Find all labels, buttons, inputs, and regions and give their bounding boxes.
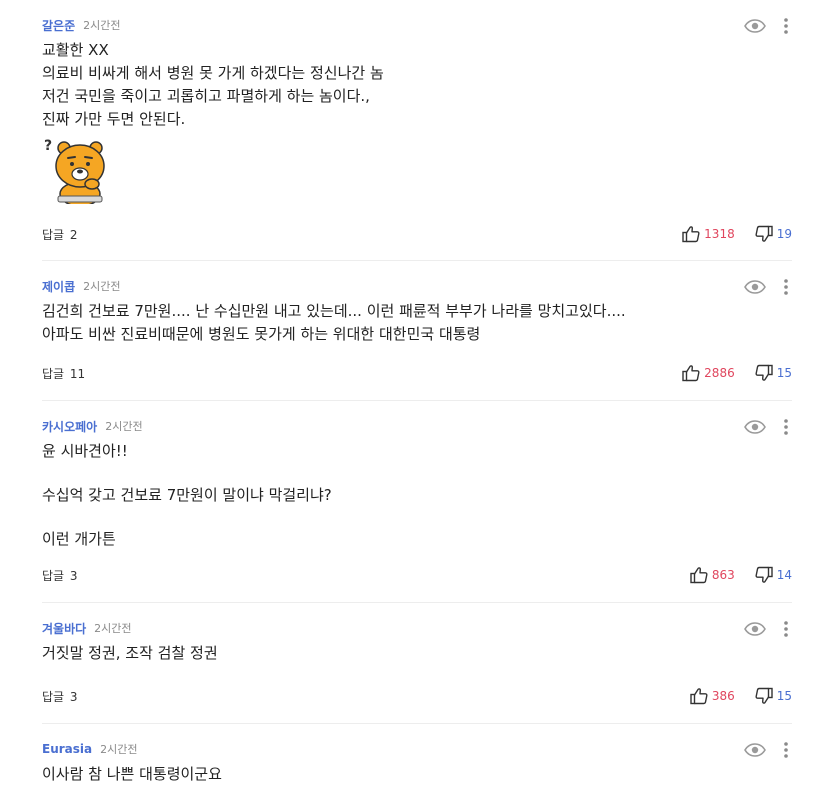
comment-actions [744, 15, 792, 37]
like-button[interactable]: 1318 [682, 225, 735, 243]
comment-time: 2시간전 [83, 19, 121, 32]
comment-meta: 카시오페아 2시간전 [42, 417, 143, 435]
comment-text: 이사람 참 나쁜 대통령이군요 [42, 765, 222, 783]
dislike-count: 15 [776, 689, 792, 703]
svg-text:?: ? [44, 138, 52, 154]
comment-time: 2시간전 [94, 622, 132, 635]
reply-button[interactable]: 답글 2 [42, 226, 78, 243]
reply-label: 답글 [42, 227, 65, 242]
vote-group: 2886 15 [682, 362, 792, 384]
thumbs-down-icon [755, 687, 773, 704]
comment-actions [744, 416, 792, 438]
reply-label: 답글 [42, 689, 65, 704]
comment-text: 김건희 건보료 7만원.... 난 수십만원 내고 있는데... 이런 패륜적 … [42, 302, 626, 343]
like-count: 2886 [704, 366, 735, 380]
comment-footer: 답글 11 2886 15 [42, 362, 792, 384]
thumbs-up-icon [690, 567, 708, 584]
comment-author[interactable]: 제이콥 [42, 278, 75, 295]
eye-icon[interactable] [744, 15, 766, 37]
comment-item: 갈은준 2시간전 교활한 XX 의료비 비싸게 해서 병원 못 가게 하겠다는 … [42, 0, 792, 261]
comment-item: Eurasia 2시간전 이사람 참 나쁜 대통령이군요 [42, 724, 792, 795]
dislike-button[interactable]: 19 [755, 225, 792, 243]
vote-group: 1318 19 [682, 223, 792, 245]
comment-footer: 답글 2 1318 19 [42, 223, 792, 245]
more-vertical-icon[interactable] [780, 618, 792, 640]
like-button[interactable]: 2886 [682, 364, 735, 382]
reply-button[interactable]: 답글 3 [42, 688, 78, 705]
dislike-count: 14 [776, 568, 792, 582]
comment-list: 갈은준 2시간전 교활한 XX 의료비 비싸게 해서 병원 못 가게 하겠다는 … [42, 0, 792, 795]
comment-time: 2시간전 [105, 420, 143, 433]
dislike-button[interactable]: 15 [755, 687, 792, 705]
dislike-button[interactable]: 15 [755, 364, 792, 382]
comment-item: 제이콥 2시간전 김건희 건보료 7만원.... 난 수십만원 내고 있는데..… [42, 261, 792, 401]
dislike-count: 15 [776, 366, 792, 380]
comment-text: 교활한 XX 의료비 비싸게 해서 병원 못 가게 하겠다는 정신나간 놈 저건… [42, 41, 384, 128]
reply-button[interactable]: 답글 3 [42, 567, 78, 584]
thumbs-up-icon [690, 688, 708, 705]
dislike-count: 19 [776, 227, 792, 241]
eye-icon[interactable] [744, 739, 766, 761]
comment-actions [744, 618, 792, 640]
comment-meta: 갈은준 2시간전 [42, 16, 120, 34]
eye-icon[interactable] [744, 416, 766, 438]
like-button[interactable]: 863 [690, 566, 735, 584]
reply-label: 답글 [42, 366, 65, 381]
comment-actions [744, 739, 792, 761]
reply-button[interactable]: 답글 11 [42, 365, 85, 382]
comment-text: 거짓말 정권, 조작 검찰 정권 [42, 644, 218, 662]
comment-actions [744, 276, 792, 298]
comment-item: 카시오페아 2시간전 윤 시바견아!! 수십억 갖고 건보료 7만원이 말이냐 … [42, 401, 792, 603]
comment-meta: 제이콥 2시간전 [42, 277, 120, 295]
comment-text: 윤 시바견아!! 수십억 갖고 건보료 7만원이 말이냐 막걸리냐? 이런 개가… [42, 442, 332, 548]
thumbs-up-icon [682, 226, 700, 243]
vote-group: 863 14 [690, 564, 792, 586]
comment-item: 겨울바다 2시간전 거짓말 정권, 조작 검찰 정권 답글 3 386 15 [42, 603, 792, 724]
more-vertical-icon[interactable] [780, 276, 792, 298]
comment-time: 2시간전 [83, 280, 121, 293]
like-count: 863 [711, 568, 735, 582]
thinking-bear-emoticon: ? [42, 134, 114, 207]
comment-author[interactable]: 갈은준 [42, 17, 75, 34]
reply-count: 2 [69, 227, 78, 242]
thumbs-down-icon [755, 225, 773, 242]
like-count: 1318 [704, 227, 735, 241]
reply-label: 답글 [42, 568, 65, 583]
comment-author[interactable]: 카시오페아 [42, 418, 97, 435]
comment-footer: 답글 3 863 14 [42, 564, 792, 586]
more-vertical-icon[interactable] [780, 15, 792, 37]
more-vertical-icon[interactable] [780, 739, 792, 761]
vote-group: 386 15 [690, 685, 792, 707]
dislike-button[interactable]: 14 [755, 566, 792, 584]
like-button[interactable]: 386 [690, 687, 735, 705]
comment-author[interactable]: 겨울바다 [42, 620, 86, 637]
thumbs-down-icon [755, 566, 773, 583]
like-count: 386 [711, 689, 735, 703]
thumbs-down-icon [755, 364, 773, 381]
comment-time: 2시간전 [100, 743, 138, 756]
reply-count: 3 [69, 689, 78, 704]
comment-meta: 겨울바다 2시간전 [42, 619, 132, 637]
more-vertical-icon[interactable] [780, 416, 792, 438]
eye-icon[interactable] [744, 276, 766, 298]
comment-footer: 답글 3 386 15 [42, 685, 792, 707]
comment-meta: Eurasia 2시간전 [42, 740, 137, 758]
comment-author[interactable]: Eurasia [42, 742, 92, 756]
reply-count: 3 [69, 568, 78, 583]
thumbs-up-icon [682, 365, 700, 382]
eye-icon[interactable] [744, 618, 766, 640]
reply-count: 11 [69, 366, 86, 381]
